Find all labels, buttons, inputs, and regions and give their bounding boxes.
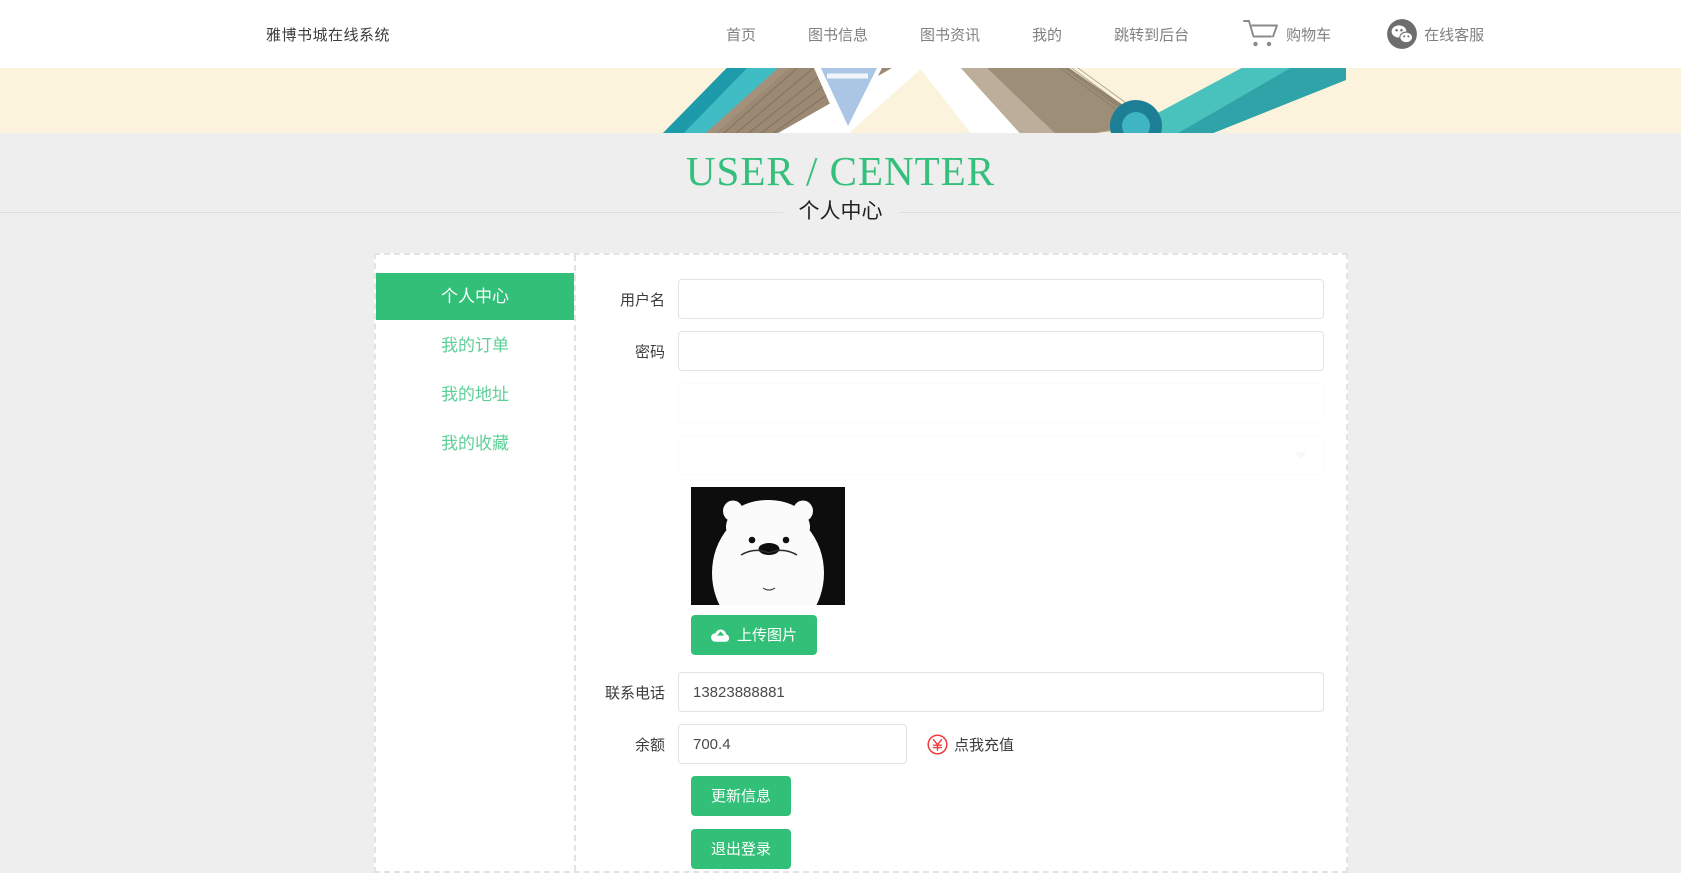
- nav-book-info[interactable]: 图书信息: [808, 24, 868, 45]
- hidden-select-dropdown[interactable]: [678, 435, 1324, 475]
- form-row-hidden-select: [598, 435, 1324, 475]
- wechat-icon: [1387, 19, 1418, 49]
- recharge-label: 点我充值: [954, 736, 1015, 754]
- nav-online-service[interactable]: 在线客服: [1387, 19, 1484, 49]
- cart-label: 购物车: [1286, 26, 1332, 44]
- online-service-label: 在线客服: [1424, 26, 1485, 44]
- upload-row: 上传图片: [598, 615, 1324, 655]
- nav-shopping-cart[interactable]: 购物车: [1243, 19, 1331, 49]
- cloud-upload-icon: [711, 628, 730, 643]
- balance-input[interactable]: [678, 724, 907, 764]
- user-center-sidebar: 个人中心 我的订单 我的地址 我的收藏: [376, 255, 576, 871]
- form-row-username: 用户名: [598, 279, 1324, 319]
- page-title-cn: 个人中心: [0, 198, 1681, 226]
- cart-icon: [1243, 19, 1279, 49]
- logout-row: 退出登录: [598, 829, 1324, 869]
- nav-book-news[interactable]: 图书资讯: [920, 24, 980, 45]
- chevron-down-icon: [1295, 452, 1307, 459]
- page-title-cn-text: 个人中心: [782, 198, 899, 226]
- form-row-password: 密码: [598, 331, 1324, 371]
- balance-label: 余额: [634, 736, 665, 754]
- hidden-field-1-input[interactable]: [678, 383, 1324, 423]
- nav-home[interactable]: 首页: [726, 24, 756, 45]
- password-input[interactable]: [678, 331, 1324, 371]
- phone-input[interactable]: [678, 672, 1324, 712]
- sidebar-item-user-center[interactable]: 个人中心: [376, 273, 574, 320]
- user-center-panel: 个人中心 我的订单 我的地址 我的收藏 用户名 密码 上传图片 联系电话 138…: [374, 253, 1348, 873]
- main-nav-list: 首页 图书信息 图书资讯 我的 跳转到后台 购物车 在线客服: [726, 19, 1540, 49]
- avatar-row: [598, 487, 1324, 605]
- yen-circle-icon: [927, 733, 948, 755]
- sidebar-item-my-orders[interactable]: 我的订单: [376, 322, 574, 369]
- password-label: 密码: [634, 343, 665, 361]
- form-row-phone: 联系电话: [598, 672, 1324, 712]
- nav-backend[interactable]: 跳转到后台: [1114, 24, 1189, 45]
- username-input[interactable]: [678, 279, 1324, 319]
- site-brand-title[interactable]: 雅博书城在线系统: [266, 24, 390, 45]
- open-book-illustration: [335, 68, 1346, 133]
- page-title-en: USER / CENTER: [685, 148, 996, 194]
- upload-image-button[interactable]: 上传图片: [691, 615, 818, 655]
- form-row-balance: 余额 点我充值: [598, 724, 1324, 764]
- avatar-image[interactable]: [691, 487, 845, 605]
- update-info-button[interactable]: 更新信息: [691, 776, 792, 816]
- user-profile-form: 用户名 密码 上传图片 联系电话 13823888881 余额 700.4 点我…: [576, 255, 1346, 871]
- logout-button[interactable]: 退出登录: [691, 829, 792, 869]
- top-navigation-bar: 雅博书城在线系统 首页 图书信息 图书资讯 我的 跳转到后台 购物车 在线客服: [0, 0, 1681, 68]
- sidebar-item-my-favorites[interactable]: 我的收藏: [376, 420, 574, 467]
- upload-image-label: 上传图片: [737, 626, 798, 644]
- form-row-hidden-text: [598, 383, 1324, 423]
- sidebar-item-my-address[interactable]: 我的地址: [376, 371, 574, 418]
- hero-banner: [0, 68, 1681, 133]
- recharge-link[interactable]: 点我充值: [927, 733, 1015, 755]
- update-row: 更新信息: [598, 776, 1324, 816]
- nav-mine[interactable]: 我的: [1032, 24, 1062, 45]
- phone-label: 联系电话: [604, 684, 665, 702]
- ice-bear-avatar-art: [691, 487, 845, 605]
- username-label: 用户名: [619, 291, 665, 309]
